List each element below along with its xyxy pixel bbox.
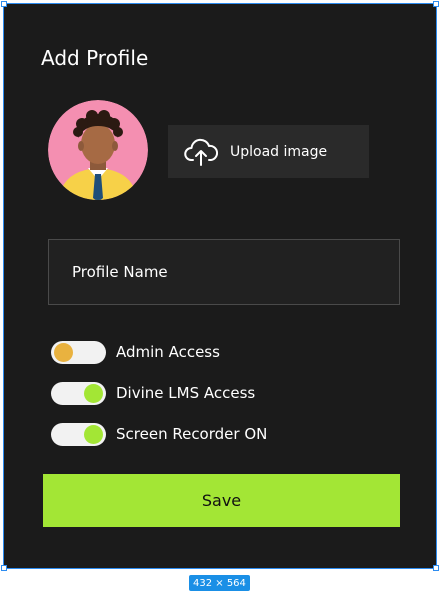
screen-recorder-row: Screen Recorder ON [51, 422, 267, 446]
save-button[interactable]: Save [43, 474, 400, 527]
screen-recorder-label: Screen Recorder ON [116, 425, 268, 443]
profile-name-field[interactable] [48, 239, 400, 305]
resize-handle-bottom-right[interactable] [433, 565, 439, 571]
screen-recorder-toggle[interactable] [51, 422, 106, 446]
cloud-upload-icon [184, 138, 218, 166]
resize-handle-top-right[interactable] [433, 1, 439, 7]
add-profile-dialog: Add Profile Upload image Profile Name Ad… [3, 3, 437, 569]
dialog-title: Add Profile [41, 46, 149, 70]
resize-handle-bottom-left[interactable] [1, 565, 7, 571]
frame-size-badge: 432 × 564 [189, 575, 250, 591]
divine-lms-access-label: Divine LMS Access [116, 384, 256, 402]
divine-lms-access-toggle[interactable] [51, 381, 106, 405]
avatar [48, 100, 148, 200]
upload-image-button[interactable]: Upload image [168, 125, 369, 178]
avatar-illustration [48, 100, 148, 200]
admin-access-label: Admin Access [116, 343, 220, 361]
toggle-knob [84, 383, 103, 403]
toggle-knob [84, 424, 103, 444]
profile-name-input[interactable] [70, 262, 399, 282]
admin-access-row: Admin Access [51, 340, 220, 364]
admin-access-toggle[interactable] [51, 340, 106, 364]
resize-handle-top-left[interactable] [1, 1, 7, 7]
divine-lms-access-row: Divine LMS Access [51, 381, 255, 405]
toggle-knob [54, 342, 73, 362]
upload-image-label: Upload image [230, 143, 328, 160]
